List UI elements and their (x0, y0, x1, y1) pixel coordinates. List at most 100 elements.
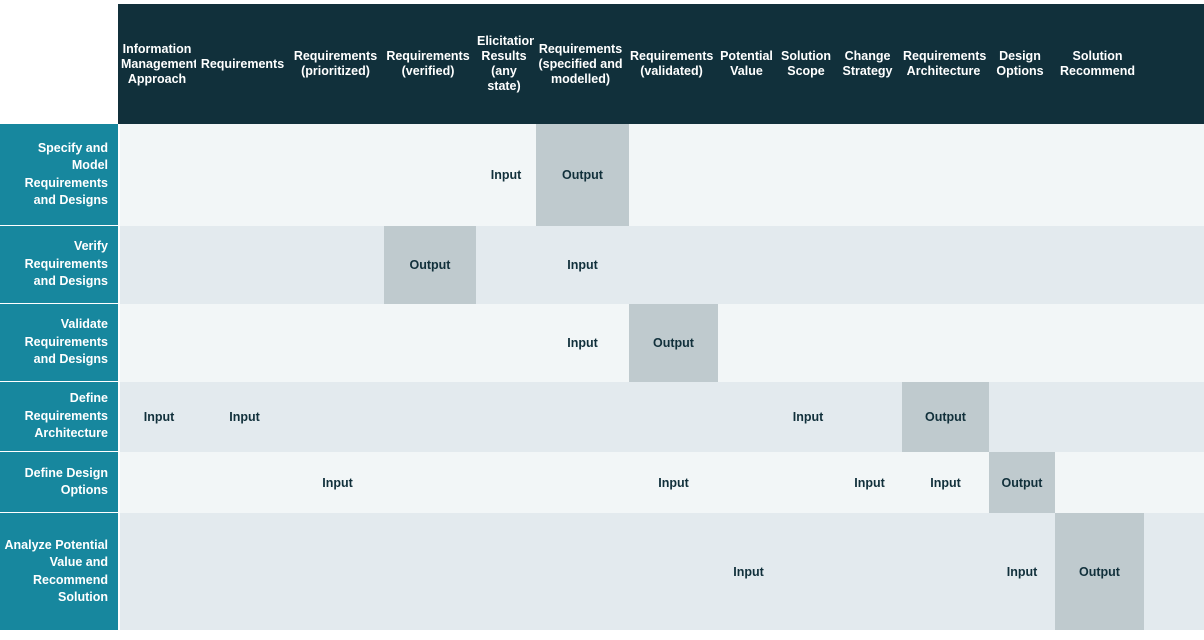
column-header-requirements: Requirements (200, 56, 285, 71)
column-header-requirements-prioritized: Requirements (prioritized) (293, 49, 378, 78)
cell-validate-requirements-and-designs--solution-scope (779, 304, 837, 382)
cell-verify-requirements-and-designs--requirements (198, 226, 291, 304)
io-matrix: Information Management Approach Requireme… (0, 0, 1204, 640)
cell-define-requirements-architecture--requirements-validated (629, 382, 718, 452)
table-row: Output Input (120, 226, 1204, 304)
cell-validate-requirements-and-designs--requirements-validated: Output (629, 304, 718, 382)
cell-analyze-potential-value-and-recommend-solution--design-options: Input (1006, 564, 1038, 579)
row-header-label: Define Design Options (24, 465, 108, 498)
cell-define-design-options--requirements-verified (384, 452, 476, 513)
cell-define-requirements-architecture--design-options (989, 382, 1055, 452)
row-header-label: Specify and Model Requirements and Desig… (24, 140, 108, 208)
row-header-verify-requirements-and-designs: Verify Requirements and Designs (0, 226, 118, 304)
cell-analyze-potential-value-and-recommend-solution--requirements (198, 513, 291, 630)
cell-verify-requirements-and-designs--requirements-prioritized (291, 226, 384, 304)
cell-define-requirements-architecture--elicitation-results-any-state (476, 382, 536, 452)
cell-specify-and-model-requirements-and-designs--requirements-verified (384, 124, 476, 226)
cell-specify-and-model-requirements-and-designs--potential-value (718, 124, 779, 226)
cell-analyze-potential-value-and-recommend-solution--elicitation-results-any-state (476, 513, 536, 630)
matrix-body: Input Output Output Input Input Output Input In… (120, 124, 1204, 630)
row-header-label: Verify Requirements and Designs (24, 239, 108, 289)
column-header-solution-recommend: Solution Recommend (1059, 49, 1136, 78)
cell-verify-requirements-and-designs--requirements-verified: Output (384, 226, 476, 304)
cell-verify-requirements-and-designs--information-management-approach (120, 226, 198, 304)
cell-analyze-potential-value-and-recommend-solution--requirements-verified (384, 513, 476, 630)
row-header-label: Define Requirements Architecture (24, 391, 108, 441)
cell-validate-requirements-and-designs--requirements-architecture (902, 304, 989, 382)
cell-define-design-options--requirements-architecture: Input (930, 475, 961, 490)
cell-define-design-options--requirements-prioritized: Input (322, 475, 353, 490)
cell-define-requirements-architecture--information-management-approach: Input (143, 410, 175, 424)
column-header-design-options: Design Options (996, 49, 1044, 78)
cell-verify-requirements-and-designs--requirements-specified-and-modelled: Input (567, 258, 598, 272)
cell-define-requirements-architecture--requirements: Input (229, 410, 260, 424)
cell-define-requirements-architecture--solution-recommend (1055, 382, 1144, 452)
cell-validate-requirements-and-designs--solution-recommend (1055, 304, 1144, 382)
row-header-label: Validate Requirements and Designs (24, 317, 108, 367)
cell-analyze-potential-value-and-recommend-solution--information-management-approach (120, 513, 198, 630)
cell-verify-requirements-and-designs--potential-value (718, 226, 779, 304)
table-row: Input Output (120, 124, 1204, 226)
cell-verify-requirements-and-designs--solution-scope (779, 226, 837, 304)
row-header-specify-and-model-requirements-and-designs: Specify and Model Requirements and Desig… (0, 124, 118, 226)
cell-specify-and-model-requirements-and-designs--requirements-architecture (902, 124, 989, 226)
cell-define-design-options--potential-value (718, 452, 779, 513)
cell-define-requirements-architecture--requirements-verified (384, 382, 476, 452)
table-row: Input Input Input Output (120, 382, 1204, 452)
cell-validate-requirements-and-designs--potential-value (718, 304, 779, 382)
cell-specify-and-model-requirements-and-designs--change-strategy (837, 124, 902, 226)
row-header-validate-requirements-and-designs: Validate Requirements and Designs (0, 304, 118, 382)
row-header-analyze-potential-value-and-recommend-solution: Analyze Potential Value and Recommend So… (0, 513, 118, 630)
cell-specify-and-model-requirements-and-designs--requirements-prioritized (291, 124, 384, 226)
cell-validate-requirements-and-designs--requirements-specified-and-modelled: Input (567, 336, 598, 350)
cell-define-requirements-architecture--solution-scope: Input (792, 410, 824, 424)
cell-specify-and-model-requirements-and-designs--requirements (198, 124, 291, 226)
cell-verify-requirements-and-designs--change-strategy (837, 226, 902, 304)
cell-verify-requirements-and-designs--design-options (989, 226, 1055, 304)
cell-validate-requirements-and-designs--requirements (198, 304, 291, 382)
cell-define-design-options--change-strategy: Input (854, 475, 885, 490)
cell-define-requirements-architecture--potential-value (718, 382, 779, 452)
column-header-change-strategy: Change Strategy (842, 49, 893, 78)
row-header-column: Specify and Model Requirements and Desig… (0, 124, 118, 630)
cell-verify-requirements-and-designs--requirements-architecture (902, 226, 989, 304)
cell-define-requirements-architecture--requirements-specified-and-modelled (536, 382, 629, 452)
cell-validate-requirements-and-designs--requirements-prioritized (291, 304, 384, 382)
column-header-solution-scope: Solution Scope (781, 49, 831, 78)
cell-analyze-potential-value-and-recommend-solution--solution-recommend: Output (1055, 513, 1144, 630)
column-header-elicitation-results-any-state: Elicitation Results (any state) (477, 34, 534, 93)
cell-validate-requirements-and-designs--elicitation-results-any-state (476, 304, 536, 382)
cell-analyze-potential-value-and-recommend-solution--requirements-prioritized (291, 513, 384, 630)
column-header-potential-value: Potential Value (720, 49, 773, 78)
cell-define-design-options--solution-scope (779, 452, 837, 513)
table-row: Input Input Input Input Output (120, 452, 1204, 513)
cell-verify-requirements-and-designs--solution-recommend (1055, 226, 1144, 304)
cell-analyze-potential-value-and-recommend-solution--requirements-architecture (902, 513, 989, 630)
cell-define-design-options--requirements (198, 452, 291, 513)
table-row: Input Input Output (120, 513, 1204, 630)
column-header-information-management-approach: Information Management Approach (121, 41, 196, 86)
cell-validate-requirements-and-designs--design-options (989, 304, 1055, 382)
cell-validate-requirements-and-designs--requirements-verified (384, 304, 476, 382)
cell-analyze-potential-value-and-recommend-solution--solution-scope (779, 513, 837, 630)
cell-define-requirements-architecture--requirements-prioritized (291, 382, 384, 452)
column-header-requirements-architecture: Requirements Architecture (903, 49, 987, 78)
row-header-label: Analyze Potential Value and Recommend So… (4, 537, 109, 605)
cell-analyze-potential-value-and-recommend-solution--requirements-specified-and-modelled (536, 513, 629, 630)
cell-specify-and-model-requirements-and-designs--solution-scope (779, 124, 837, 226)
cell-analyze-potential-value-and-recommend-solution--change-strategy (837, 513, 902, 630)
cell-define-design-options--requirements-specified-and-modelled (536, 452, 629, 513)
cell-define-design-options--solution-recommend (1055, 452, 1144, 513)
cell-define-requirements-architecture--change-strategy (837, 382, 902, 452)
cell-analyze-potential-value-and-recommend-solution--potential-value: Input (733, 564, 764, 579)
column-header-requirements-specified-and-modelled: Requirements (specified and modelled) (538, 41, 623, 86)
cell-specify-and-model-requirements-and-designs--solution-recommend (1055, 124, 1144, 226)
cell-specify-and-model-requirements-and-designs--requirements-validated (629, 124, 718, 226)
cell-validate-requirements-and-designs--information-management-approach (120, 304, 198, 382)
cell-analyze-potential-value-and-recommend-solution--requirements-validated (629, 513, 718, 630)
column-header-row: Information Management Approach Requireme… (118, 4, 1204, 124)
cell-specify-and-model-requirements-and-designs--information-management-approach (120, 124, 198, 226)
cell-validate-requirements-and-designs--change-strategy (837, 304, 902, 382)
cell-verify-requirements-and-designs--elicitation-results-any-state (476, 226, 536, 304)
column-header-requirements-validated: Requirements (validated) (630, 49, 714, 78)
